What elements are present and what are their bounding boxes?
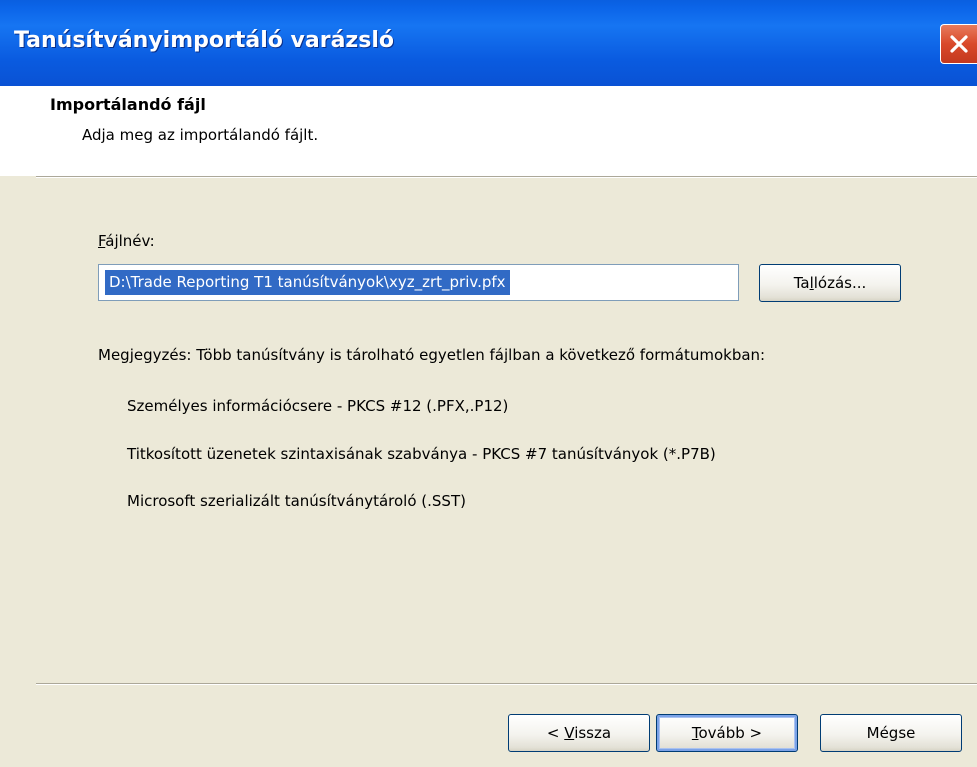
back-button-label: < Vissza (547, 715, 611, 751)
filename-label-text: ájlnév: (105, 232, 155, 250)
footer-divider (36, 683, 977, 685)
cancel-button[interactable]: Mégse (820, 714, 962, 752)
back-label-accesskey: V (564, 724, 575, 742)
close-button[interactable] (940, 24, 977, 64)
filename-input[interactable]: D:\Trade Reporting T1 tanúsítványok\xyz_… (98, 264, 739, 301)
page-title: Importálandó fájl (50, 95, 206, 114)
close-icon (950, 35, 968, 53)
back-label-pre: < (546, 724, 565, 742)
back-button[interactable]: < Vissza (508, 714, 650, 752)
format-item: Személyes információcsere - PKCS #12 (.P… (127, 397, 509, 415)
next-label-post: ovább > (698, 724, 763, 742)
note-text: Megjegyzés: Több tanúsítvány is tárolhat… (98, 346, 766, 364)
browse-button[interactable]: Tallózás... (759, 264, 901, 302)
back-label-post: issza (574, 724, 612, 742)
header-divider (36, 176, 977, 178)
format-item: Microsoft szerializált tanúsítványtároló… (127, 492, 466, 510)
browse-button-label: Tallózás... (794, 265, 867, 301)
wizard-header: Importálandó fájl Adja meg az importálan… (0, 86, 977, 176)
next-button-label: Tovább > (692, 715, 762, 751)
filename-input-value: D:\Trade Reporting T1 tanúsítványok\xyz_… (105, 270, 510, 295)
import-wizard-window: Tanúsítványimportáló varázsló Importálan… (0, 0, 977, 767)
next-button[interactable]: Tovább > (656, 714, 798, 752)
page-subtitle: Adja meg az importálandó fájlt. (82, 126, 319, 144)
window-title: Tanúsítványimportáló varázsló (14, 28, 394, 53)
filename-label: Fájlnév: (98, 232, 155, 250)
title-bar[interactable]: Tanúsítványimportáló varázsló (0, 0, 977, 86)
format-item: Titkosított üzenetek szintaxisának szabv… (127, 445, 716, 463)
browse-label-post: lózás... (813, 274, 867, 292)
browse-label-pre: Ta (793, 274, 810, 292)
